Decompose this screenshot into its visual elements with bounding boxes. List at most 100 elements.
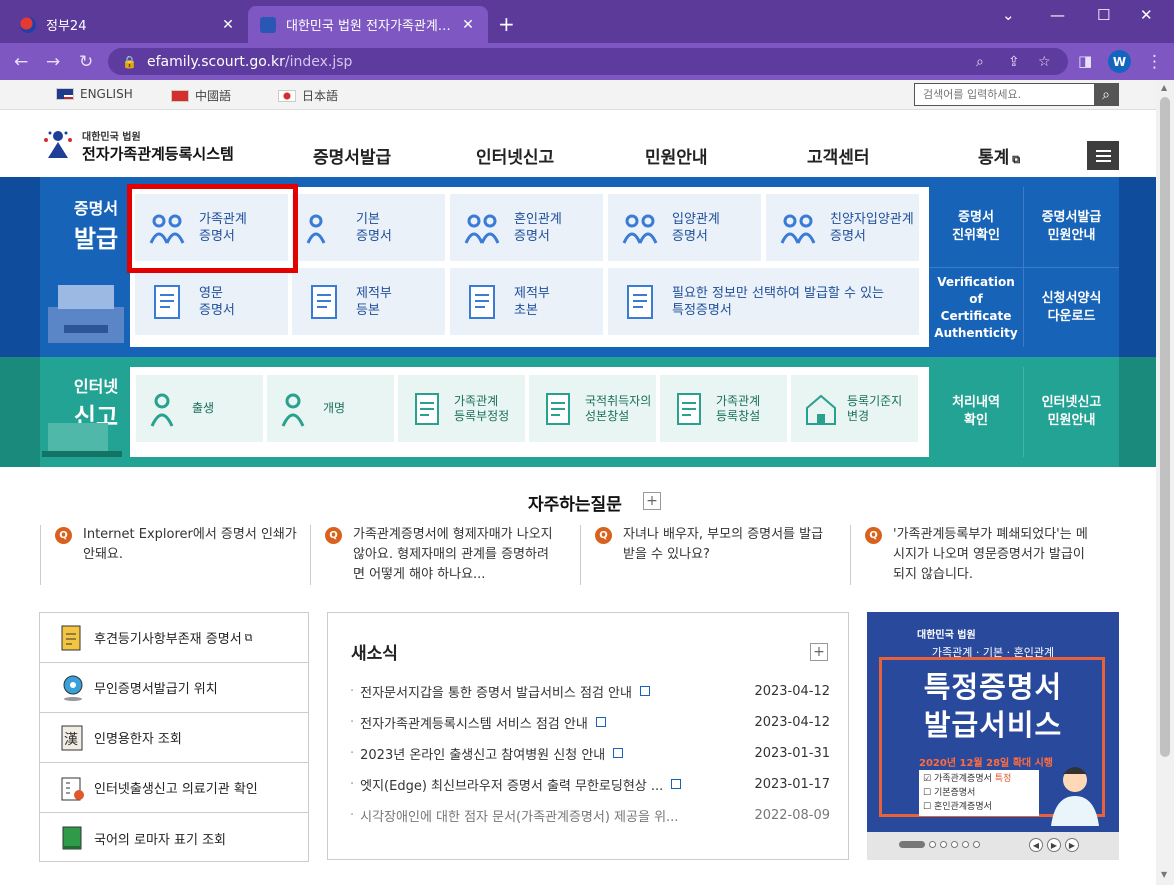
cert-card2-2[interactable]: 제적부 초본 [450, 268, 603, 335]
faq-more-button[interactable]: + [643, 492, 661, 510]
promo-banner[interactable]: 대한민국 법원 가족관계 · 기본 · 혼인관계 특정증명서 발급서비스 202… [867, 612, 1119, 860]
cert-card-1[interactable]: 기본 증명서 [292, 194, 445, 261]
minimize-icon[interactable]: — [1050, 6, 1065, 24]
report-card-label: 개명 [323, 401, 346, 415]
cert-card2-3[interactable]: 필요한 정보만 선택하여 발급할 수 있는 특정증명서 [608, 268, 919, 335]
cert-card2-0[interactable]: 영문 증명서 [135, 268, 288, 335]
news-more-button[interactable]: + [810, 643, 828, 661]
browser-tab-gov24[interactable]: 정부24 ✕ [8, 6, 248, 43]
document-icon [311, 284, 337, 319]
share-icon[interactable]: ⇪ [1008, 54, 1020, 70]
cert-card-4[interactable]: 친양자입양관계 증명서 [766, 194, 919, 261]
prev-slide-icon[interactable]: ◀ [1029, 838, 1043, 852]
scroll-down-icon[interactable]: ▼ [1161, 870, 1167, 879]
report-card-0[interactable]: 출생 [136, 375, 263, 442]
quick-link-kiosk[interactable]: 무인증명서발급기 위치 [40, 663, 308, 713]
lang-japanese[interactable]: 日本語 [278, 87, 338, 104]
faq-item-1[interactable]: Q 가족관계증명서에 형제자매가 나오지 않아요. 형제자매의 관계를 증명하려 면 … [310, 525, 580, 585]
quick-link-hanja[interactable]: 漢 인명용한자 조회 [40, 713, 308, 763]
lang-english[interactable]: ENGLISH [56, 87, 133, 101]
faq-item-2[interactable]: Q 자녀나 배우자, 부모의 증명서를 발급 받을 수 있나요? [580, 525, 850, 585]
news-row[interactable]: · 전자문서지갑을 통한 증명서 발급서비스 점검 안내 2023-04-12 [350, 681, 830, 701]
cert-card-3[interactable]: 입양관계 증명서 [608, 194, 761, 261]
maximize-icon[interactable]: ☐ [1097, 6, 1110, 24]
browser-tab-efamily[interactable]: 대한민국 법원 전자가족관계등록 ✕ [248, 6, 488, 43]
quick-link-guardian[interactable]: 후견등기사항부존재 증명서 ⧉ [40, 613, 308, 663]
faq-item-0[interactable]: Q Internet Explorer에서 증명서 인쇄가 안돼요. [40, 525, 310, 585]
search-icon[interactable]: ⌕ [1094, 84, 1118, 105]
gnb-statistics[interactable]: 통계 ⧉ [978, 143, 1020, 168]
profile-avatar[interactable]: W [1108, 50, 1131, 73]
scroll-thumb[interactable] [1160, 97, 1170, 757]
report-form-icon [415, 392, 439, 425]
hamburger-menu-button[interactable] [1087, 141, 1119, 170]
url-path: /index.jsp [284, 53, 353, 70]
news-date: 2023-01-17 [754, 776, 830, 792]
report-card-5[interactable]: 등록기준지 변경 [791, 375, 918, 442]
close-tab-icon[interactable]: ✕ [460, 17, 476, 33]
zoom-icon[interactable]: ⌕ [976, 54, 984, 70]
report-card-label: 등록기준지 변경 [847, 393, 903, 423]
gnb-civil-guide[interactable]: 민원안내 [645, 143, 708, 168]
report-card-label: 국적취득자의 성본창설 [585, 393, 652, 423]
report-card-1[interactable]: 개명 [267, 375, 394, 442]
cert-card-label: 기본 증명서 [356, 211, 392, 244]
cert-card-2[interactable]: 혼인관계 증명서 [450, 194, 603, 261]
quick-link-label: 인터넷출생신고 의료기관 확인 [94, 782, 258, 797]
news-text: 엣지(Edge) 최신브라우저 증명서 출력 무한로딩현상 ... [360, 778, 664, 794]
lang-label: 日本語 [302, 89, 339, 103]
side-link-process-status[interactable]: 처리내역 확인 [929, 367, 1024, 457]
cert-card-label: 친양자입양관계 증명서 [830, 211, 914, 244]
news-date: 2023-04-12 [754, 714, 830, 730]
close-tab-icon[interactable]: ✕ [220, 17, 236, 33]
bookmark-star-icon[interactable]: ☆ [1038, 54, 1051, 70]
side-panel-icon[interactable]: ◨ [1078, 52, 1092, 70]
page-scrollbar[interactable]: ▲ ▼ [1156, 80, 1174, 885]
site-logo[interactable]: 대한민국 법원 전자가족관계등록시스템 [40, 128, 234, 164]
back-icon[interactable]: ← [14, 52, 28, 72]
close-window-icon[interactable]: ✕ [1140, 6, 1153, 24]
lang-chinese[interactable]: 中國語 [171, 87, 231, 104]
quick-link-romanization[interactable]: 국어의 로마자 표기 조회 [40, 813, 308, 863]
side-link-verification-en[interactable]: Verification of Certificate Authenticity [929, 267, 1024, 347]
report-card-4[interactable]: 가족관계 등록창설 [660, 375, 787, 442]
person-icon [150, 393, 174, 427]
cert-card2-1[interactable]: 제적부 등본 [292, 268, 445, 335]
report-card-3[interactable]: 국적취득자의 성본창설 [529, 375, 656, 442]
quick-link-label: 국어의 로마자 표기 조회 [94, 832, 226, 848]
side-link-form-download[interactable]: 신청서양식 다운로드 [1024, 267, 1119, 347]
side-link-cert-guide[interactable]: 증명서발급 민원안내 [1024, 187, 1119, 267]
next-slide-icon[interactable]: ▶ [1065, 838, 1079, 852]
news-text: 전자문서지갑을 통한 증명서 발급서비스 점검 안내 [360, 685, 632, 701]
search-input[interactable] [915, 84, 1094, 105]
gnb-customer-center[interactable]: 고객센터 [807, 143, 870, 168]
url-field[interactable]: 🔒 efamily.scourt.go.kr/index.jsp ⌕ ⇪ ☆ [108, 48, 1068, 75]
banner-pager[interactable] [899, 841, 980, 848]
quick-link-hospital[interactable]: 인터넷출생신고 의료기관 확인 [40, 763, 308, 813]
news-row[interactable]: · 전자가족관계등록시스템 서비스 점검 안내 2023-04-12 [350, 712, 830, 732]
cert-card-label: 영문 증명서 [199, 285, 235, 318]
forward-icon[interactable]: → [46, 52, 60, 72]
tab-title: 정부24 [46, 19, 87, 34]
tab-search-icon[interactable]: ⌄ [1002, 6, 1015, 24]
document-icon [469, 284, 495, 319]
news-row[interactable]: · 2023년 온라인 출생신고 참여병원 신청 안내 2023-01-31 [350, 743, 830, 763]
pause-slide-icon[interactable]: ▶ [1047, 838, 1061, 852]
side-link-report-guide[interactable]: 인터넷신고 민원안내 [1024, 367, 1119, 457]
gnb-certificates[interactable]: 증명서발급 [313, 143, 391, 168]
new-tab-button[interactable]: + [498, 12, 515, 36]
scroll-up-icon[interactable]: ▲ [1161, 83, 1167, 92]
side-link-authenticity[interactable]: 증명서 진위확인 [929, 187, 1024, 267]
reload-icon[interactable]: ↻ [79, 52, 93, 72]
browser-tab-strip: 정부24 ✕ 대한민국 법원 전자가족관계등록 ✕ + ⌄ — ☐ ✕ [0, 0, 1174, 43]
logo-small-text: 대한민국 법원 [82, 132, 141, 143]
gnb-internet-report[interactable]: 인터넷신고 [476, 143, 554, 168]
news-row[interactable]: · 시각장애인에 대한 점자 문서(가족관계증명서) 제공을 위... 2022-0… [350, 805, 830, 825]
person-illustration-icon [1051, 767, 1099, 826]
news-row[interactable]: · 엣지(Edge) 최신브라우저 증명서 출력 무한로딩현상 ... 2023-0… [350, 774, 830, 794]
more-menu-icon[interactable]: ⋮ [1146, 52, 1163, 72]
news-text: 전자가족관계등록시스템 서비스 점검 안내 [360, 716, 588, 732]
faq-item-3[interactable]: Q '가족관계등록부가 폐쇄되었다'는 메 시지가 나오며 영문증명서가 발급이 되지… [850, 525, 1120, 585]
question-badge-icon: Q [55, 527, 72, 544]
report-card-2[interactable]: 가족관계 등록부정정 [398, 375, 525, 442]
